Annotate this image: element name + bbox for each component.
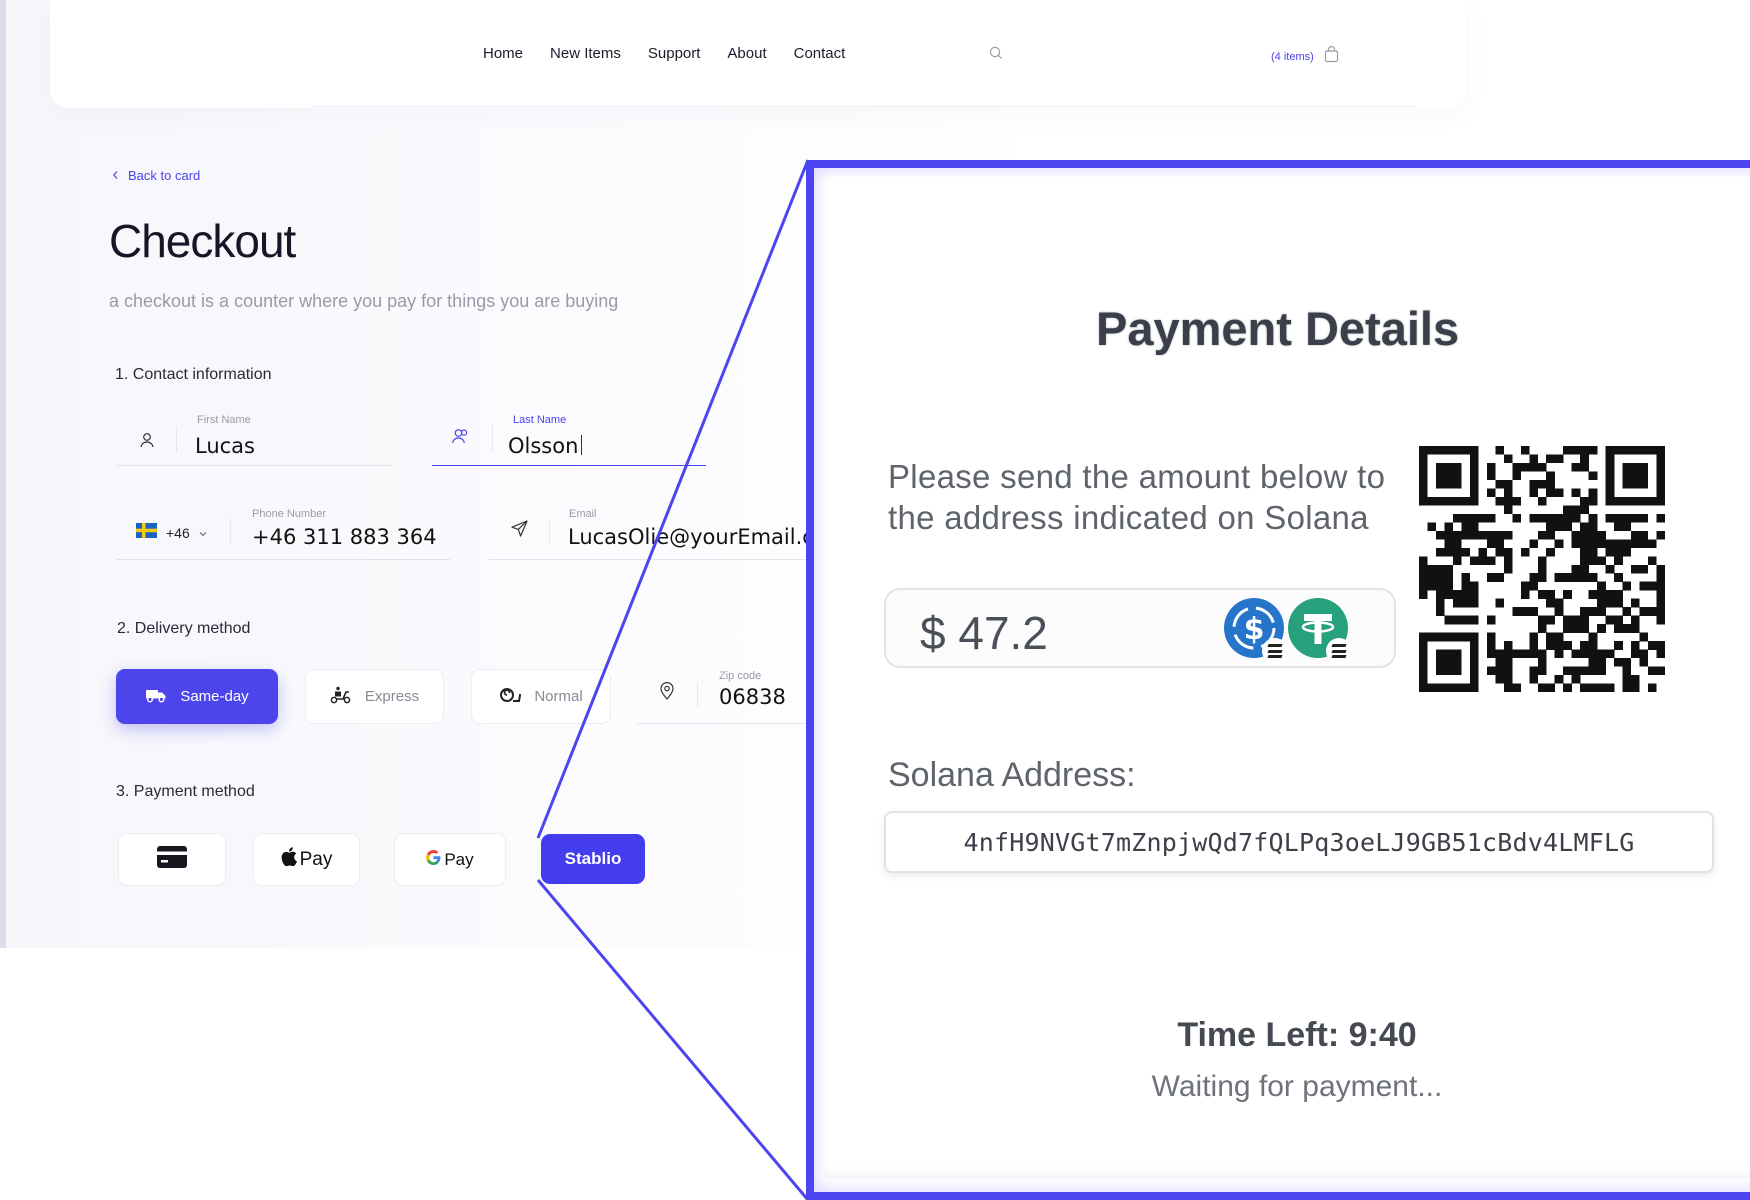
solana-badge-icon [1326,638,1352,664]
last-name-value: Olsson [508,434,583,458]
qr-code [1419,446,1665,692]
field-separator [697,682,698,708]
send-icon [511,520,528,542]
delivery-normal-button[interactable]: Normal [471,669,611,724]
cart-count: (4 items) [1271,51,1314,63]
first-name-label: First Name [197,414,251,426]
field-separator [176,426,177,452]
nav-link-about[interactable]: About [727,45,766,62]
first-name-value: Lucas [195,434,255,458]
email-field[interactable]: Email LucasOlie@yourEmail.co [489,500,812,560]
country-code-value: +46 [166,525,190,541]
payment-details-card: Payment Details Please send the amount b… [822,176,1750,1178]
chevron-down-icon [199,524,207,542]
scooter-icon [330,686,352,708]
section-title-delivery: 2. Delivery method [117,620,251,637]
last-name-field[interactable]: Last Name Olsson [432,408,706,466]
field-separator [549,518,550,544]
last-name-text: Olsson [508,434,579,458]
section-title-contact: 1. Contact information [115,366,272,383]
field-separator [230,518,231,544]
svg-text:$: $ [1244,612,1265,647]
users-icon [452,428,470,450]
page-title: Checkout [109,215,296,267]
phone-field[interactable]: +46 Phone Number +46 311 883 364 [116,500,450,560]
google-pay-label: Pay [444,849,474,869]
solana-badge-icon [1262,638,1288,664]
section-title-payment: 3. Payment method [116,783,255,800]
zip-code-label: Zip code [719,670,762,682]
amount-box: $ 47.2 $ [884,588,1396,668]
solana-address-value: 4nfH9NVGt7mZnpjwQd7fQLPq3oeLJ9GB51cBdv4L… [963,827,1635,857]
snail-icon [499,687,522,707]
shopping-bag-icon [1324,46,1339,68]
email-label: Email [569,508,597,520]
page-subtitle: a checkout is a counter where you pay fo… [109,291,619,311]
field-separator [492,426,493,452]
time-left: Time Left: 9:40 [1177,1016,1417,1054]
phone-value: +46 311 883 364 [252,525,437,549]
delivery-same-day-button[interactable]: Same-day [116,669,278,724]
usdt-icon [1288,598,1352,664]
country-code-select[interactable]: +46 [136,523,207,543]
back-link-label: Back to card [128,168,201,183]
nav-link-new-items[interactable]: New Items [550,45,621,62]
google-logo-icon [426,849,441,870]
usdc-icon: $ [1224,598,1288,664]
phone-label: Phone Number [252,508,326,520]
payment-details-zoom: Payment Details Please send the amount b… [806,160,1750,1200]
solana-address-field[interactable]: 4nfH9NVGt7mZnpjwQd7fQLPq3oeLJ9GB51cBdv4L… [884,811,1714,873]
search-icon[interactable] [989,46,1003,65]
navbar-divider [310,106,1416,107]
last-name-label: Last Name [513,414,567,426]
sweden-flag-icon [136,523,157,543]
payment-instructions: Please send the amount below to the addr… [888,458,1386,536]
credit-card-icon [157,845,187,874]
location-pin-icon [660,682,674,705]
apple-logo-icon [281,847,297,872]
payment-details-title: Payment Details [1096,302,1460,355]
stablio-pay-button[interactable]: Stablio [541,834,645,884]
cart-button[interactable]: (4 items) [1271,46,1339,68]
email-value: LucasOlie@yourEmail.co [568,525,812,549]
back-link[interactable]: Back to card [112,168,200,183]
truck-icon [145,687,167,707]
nav-link-home[interactable]: Home [483,45,523,62]
nav-link-contact[interactable]: Contact [794,45,846,62]
main-nav: Home New Items Support About Contact [483,45,845,62]
zip-code-value: 06838 [719,685,786,709]
delivery-normal-label: Normal [534,688,583,705]
delivery-express-button[interactable]: Express [305,669,444,724]
apple-pay-label: Pay [299,848,333,870]
text-cursor [581,435,583,455]
google-pay-button[interactable]: Pay [394,833,506,886]
user-icon [140,432,154,453]
apple-pay-button[interactable]: Pay [253,833,360,886]
stablio-label: Stablio [564,849,622,868]
payment-status: Waiting for payment... [1151,1070,1443,1103]
delivery-express-label: Express [364,688,420,705]
delivery-same-day-label: Same-day [180,688,249,705]
zip-code-field[interactable]: Zip code 06838 [637,664,812,724]
solana-address-label: Solana Address: [888,756,1136,794]
first-name-field[interactable]: First Name Lucas [116,408,392,466]
amount-value: $ 47.2 [920,607,1048,659]
nav-link-support[interactable]: Support [648,45,701,62]
chevron-left-icon [112,168,119,183]
pay-card-button[interactable] [118,833,226,886]
